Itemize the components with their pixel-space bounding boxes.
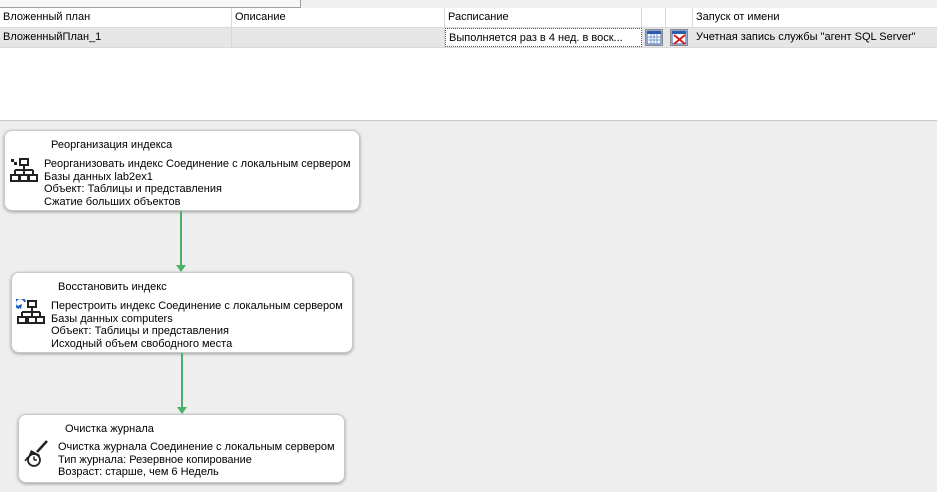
cell-schedule[interactable]: Выполняется раз в 4 нед. в воск... bbox=[445, 28, 642, 47]
header-plan[interactable]: Вложенный план bbox=[0, 8, 232, 27]
header-spacer-1 bbox=[642, 8, 666, 27]
edit-schedule-button[interactable] bbox=[645, 29, 663, 46]
task-title: Очистка журнала bbox=[65, 423, 154, 435]
connector-arrow-icon bbox=[176, 265, 186, 272]
task-detail-line: Реорганизовать индекс Соединение с локал… bbox=[44, 158, 351, 170]
calendar-delete-icon bbox=[671, 30, 687, 45]
designer-surface[interactable]: Реорганизация индекса Реорганизовать инд… bbox=[0, 121, 937, 492]
connector-arrow-icon bbox=[177, 407, 187, 414]
task-detail-line: Перестроить индекс Соединение с локальны… bbox=[51, 300, 343, 312]
subplan-grid: Вложенный план Описание Расписание Запус… bbox=[0, 0, 937, 121]
precedence-connector[interactable] bbox=[181, 353, 183, 408]
task-detail-line: Базы данных lab2ex1 bbox=[44, 170, 153, 183]
rebuild-hierarchy-icon bbox=[16, 299, 45, 324]
cell-run-as[interactable]: Учетная запись службы "агент SQL Server" bbox=[693, 28, 937, 47]
grid-header: Вложенный план Описание Расписание Запус… bbox=[0, 8, 937, 28]
cell-plan[interactable]: ВложенныйПлан_1 bbox=[0, 28, 232, 47]
task-title: Восстановить индекс bbox=[58, 281, 167, 293]
task-history-cleanup[interactable]: Очистка журнала Очистка журнала Соединен… bbox=[18, 414, 345, 483]
task-details: Перестроить индекс Соединение с локальны… bbox=[51, 300, 343, 350]
broom-clock-icon bbox=[24, 440, 48, 467]
table-row[interactable]: ВложенныйПлан_1 Выполняется раз в 4 нед.… bbox=[0, 28, 937, 48]
task-detail-line: Объект: Таблицы и представления bbox=[51, 325, 229, 337]
header-schedule[interactable]: Расписание bbox=[445, 8, 642, 27]
precedence-connector[interactable] bbox=[180, 211, 182, 266]
tab-stub bbox=[0, 0, 301, 8]
remove-schedule-button[interactable] bbox=[670, 29, 688, 46]
top-strip bbox=[0, 0, 937, 8]
task-detail-line: Объект: Таблицы и представления bbox=[44, 183, 222, 195]
task-detail-line: Базы данных computers bbox=[51, 312, 173, 325]
task-rebuild-index[interactable]: Восстановить индекс Перестроить индекс С… bbox=[11, 272, 353, 353]
task-details: Очистка журнала Соединение с локальным с… bbox=[58, 441, 335, 479]
calendar-icon bbox=[646, 30, 662, 45]
cell-description[interactable] bbox=[232, 28, 445, 47]
task-title: Реорганизация индекса bbox=[51, 139, 173, 151]
task-detail-line: Возраст: старше, чем 6 Недель bbox=[58, 466, 219, 478]
task-reorganize-index[interactable]: Реорганизация индекса Реорганизовать инд… bbox=[4, 130, 360, 211]
task-details: Реорганизовать индекс Соединение с локал… bbox=[44, 158, 351, 208]
header-spacer-2 bbox=[666, 8, 693, 27]
task-detail-line: Очистка журнала Соединение с локальным с… bbox=[58, 441, 335, 453]
task-detail-line: Тип журнала: Резервное копирование bbox=[58, 453, 252, 466]
header-run-as[interactable]: Запуск от имени bbox=[693, 8, 937, 27]
hierarchy-icon bbox=[10, 158, 38, 182]
task-detail-line: Исходный объем свободного места bbox=[51, 337, 233, 350]
header-description[interactable]: Описание bbox=[232, 8, 445, 27]
task-detail-line: Сжатие больших объектов bbox=[44, 195, 181, 208]
